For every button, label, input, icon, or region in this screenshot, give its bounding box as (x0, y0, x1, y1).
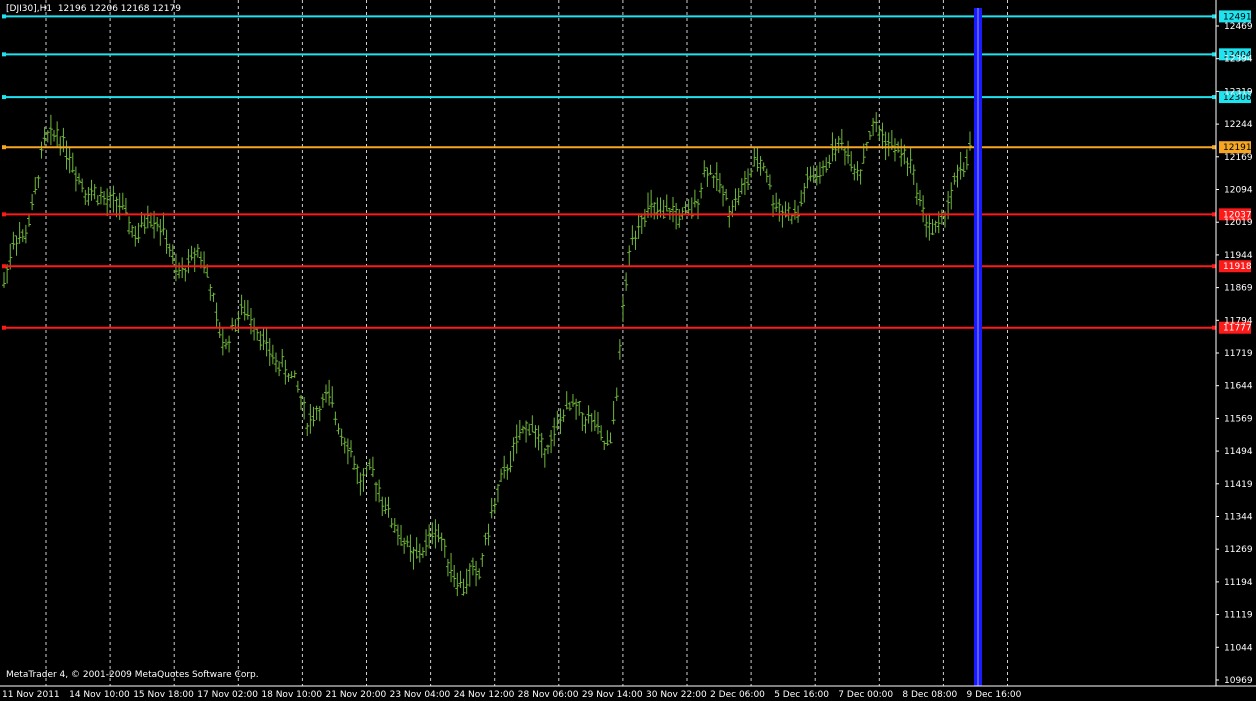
time-tick-label: 7 Dec 00:00 (838, 690, 893, 700)
time-tick-label: 14 Nov 10:00 (69, 690, 130, 700)
time-tick-label: 28 Nov 06:00 (518, 690, 579, 700)
price-tick-label: 11269 (1224, 545, 1253, 555)
time-tick-label: 5 Dec 16:00 (774, 690, 829, 700)
price-tick-label: 11794 (1224, 316, 1253, 326)
level-handle[interactable] (2, 95, 6, 100)
level-handle[interactable] (2, 14, 6, 19)
time-tick-label: 2 Dec 06:00 (710, 690, 765, 700)
level-price-label: 12191 (1223, 143, 1252, 153)
level-handle[interactable] (2, 264, 6, 269)
price-tick-label: 11044 (1224, 643, 1253, 653)
price-tick-label: 11944 (1224, 251, 1253, 261)
price-tick-label: 11194 (1224, 578, 1253, 588)
ohlc-readout: 12196 12206 12168 12179 (57, 4, 181, 14)
price-tick-label: 11119 (1224, 611, 1253, 621)
time-tick-label: 29 Nov 14:00 (582, 690, 643, 700)
level-handle[interactable] (2, 212, 6, 217)
price-tick-label: 11344 (1224, 513, 1253, 523)
level-handle[interactable] (1212, 52, 1216, 57)
price-tick-label: 12094 (1224, 186, 1253, 196)
level-handle[interactable] (1212, 325, 1216, 330)
time-tick-label: 30 Nov 22:00 (646, 690, 707, 700)
level-handle[interactable] (2, 325, 6, 330)
price-tick-label: 12469 (1224, 22, 1253, 32)
time-tick-label: 8 Dec 08:00 (902, 690, 957, 700)
time-tick-label: 17 Nov 02:00 (197, 690, 258, 700)
time-tick-label: 23 Nov 04:00 (390, 690, 451, 700)
price-tick-label: 11719 (1224, 349, 1253, 359)
level-handle[interactable] (1212, 264, 1216, 269)
level-handle[interactable] (1212, 14, 1216, 19)
time-tick-label: 24 Nov 12:00 (454, 690, 515, 700)
price-chart[interactable]: 12491124041230612191120371191811777 1246… (0, 0, 1256, 701)
copyright-label: MetaTrader 4, © 2001-2009 MetaQuotes Sof… (6, 670, 259, 680)
price-tick-label: 12319 (1224, 87, 1253, 97)
price-tick-label: 11644 (1224, 382, 1253, 392)
period-separator (974, 8, 982, 686)
price-tick-label: 11569 (1224, 414, 1253, 424)
time-tick-label: 11 Nov 2011 (2, 690, 60, 700)
level-price-label: 12491 (1223, 12, 1252, 22)
level-handle[interactable] (2, 145, 6, 150)
level-handle[interactable] (1212, 145, 1216, 150)
price-tick-label: 12394 (1224, 55, 1253, 65)
time-tick-label: 9 Dec 16:00 (967, 690, 1022, 700)
price-tick-label: 11419 (1224, 480, 1253, 490)
price-tick-label: 12244 (1224, 120, 1253, 130)
symbol-label: [DJI30],H1 (6, 4, 53, 14)
level-price-label: 11918 (1223, 262, 1252, 272)
time-tick-label: 15 Nov 18:00 (133, 690, 194, 700)
level-handle[interactable] (2, 52, 6, 57)
price-tick-label: 11494 (1224, 447, 1253, 457)
price-tick-label: 11869 (1224, 284, 1253, 294)
time-axis: 11 Nov 2011 14 Nov 10:00 15 Nov 18:00 17 No… (2, 690, 1022, 700)
price-tick-label: 12169 (1224, 153, 1253, 163)
price-tick-label: 10969 (1224, 676, 1253, 686)
level-handle[interactable] (1212, 212, 1216, 217)
price-tick-label: 12019 (1224, 218, 1253, 228)
time-tick-label: 21 Nov 20:00 (326, 690, 387, 700)
level-handle[interactable] (1212, 95, 1216, 100)
chart-background (0, 0, 1256, 701)
time-tick-label: 18 Nov 10:00 (261, 690, 322, 700)
